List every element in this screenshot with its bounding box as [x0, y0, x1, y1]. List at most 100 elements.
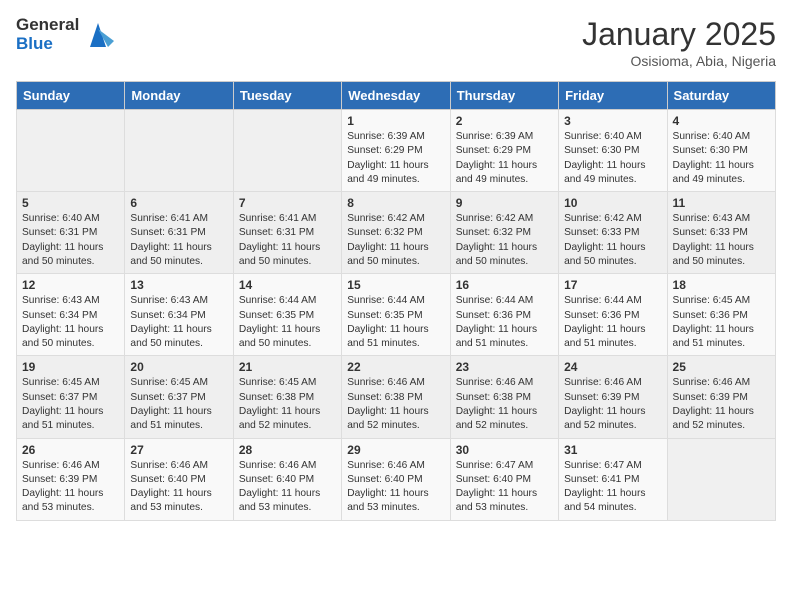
calendar-cell: 1 Sunrise: 6:39 AMSunset: 6:29 PMDaylight… — [342, 110, 450, 192]
header-day-wednesday: Wednesday — [342, 82, 450, 110]
day-number: 1 — [347, 114, 444, 128]
day-info: Sunrise: 6:41 AMSunset: 6:31 PMDaylight:… — [239, 212, 336, 269]
header-day-saturday: Saturday — [667, 82, 775, 110]
day-info: Sunrise: 6:44 AMSunset: 6:36 PMDaylight:… — [456, 294, 553, 351]
day-number: 12 — [22, 278, 119, 292]
day-info: Sunrise: 6:46 AMSunset: 6:38 PMDaylight:… — [456, 376, 553, 433]
day-number: 2 — [456, 114, 553, 128]
logo: General Blue — [16, 16, 114, 53]
calendar-cell: 29 Sunrise: 6:46 AMSunset: 6:40 PMDayligh… — [342, 438, 450, 520]
calendar-cell: 5Sunrise: 6:40 AMSunset: 6:31 PMDaylight… — [17, 192, 125, 274]
day-info: Sunrise: 6:42 AMSunset: 6:32 PMDaylight:… — [456, 212, 553, 269]
calendar-cell: 18Sunrise: 6:45 AMSunset: 6:36 PMDayligh… — [667, 274, 775, 356]
calendar-cell: 6Sunrise: 6:41 AMSunset: 6:31 PMDaylight… — [125, 192, 233, 274]
day-number: 17 — [564, 278, 661, 292]
day-number: 6 — [130, 196, 227, 210]
calendar-cell: 28Sunrise: 6:46 AMSunset: 6:40 PMDayligh… — [233, 438, 341, 520]
day-info: Sunrise: 6:39 AMSunset: 6:29 PMDaylight:… — [347, 130, 444, 187]
day-number: 27 — [130, 443, 227, 457]
day-info: Sunrise: 6:43 AMSunset: 6:33 PMDaylight:… — [673, 212, 770, 269]
day-info: Sunrise: 6:46 AMSunset: 6:39 PMDaylight:… — [673, 376, 770, 433]
day-number: 23 — [456, 360, 553, 374]
day-info: Sunrise: 6:44 AMSunset: 6:35 PMDaylight:… — [347, 294, 444, 351]
calendar-cell: 15 Sunrise: 6:44 AMSunset: 6:35 PMDayligh… — [342, 274, 450, 356]
day-info: Sunrise: 6:44 AMSunset: 6:36 PMDaylight:… — [564, 294, 661, 351]
day-number: 20 — [130, 360, 227, 374]
day-info: Sunrise: 6:47 AMSunset: 6:41 PMDaylight:… — [564, 459, 661, 516]
calendar-cell — [667, 438, 775, 520]
day-info: Sunrise: 6:46 AMSunset: 6:39 PMDaylight:… — [22, 459, 119, 516]
calendar-cell: 3 Sunrise: 6:40 AMSunset: 6:30 PMDaylight… — [559, 110, 667, 192]
day-number: 8 — [347, 196, 444, 210]
calendar-cell — [233, 110, 341, 192]
day-number: 9 — [456, 196, 553, 210]
header-row: SundayMondayTuesdayWednesdayThursdayFrid… — [17, 82, 776, 110]
calendar-cell: 7 Sunrise: 6:41 AMSunset: 6:31 PMDaylight… — [233, 192, 341, 274]
day-number: 16 — [456, 278, 553, 292]
day-info: Sunrise: 6:46 AMSunset: 6:39 PMDaylight:… — [564, 376, 661, 433]
calendar-cell: 10 Sunrise: 6:42 AMSunset: 6:33 PMDayligh… — [559, 192, 667, 274]
day-info: Sunrise: 6:42 AMSunset: 6:32 PMDaylight:… — [347, 212, 444, 269]
calendar-cell: 17 Sunrise: 6:44 AMSunset: 6:36 PMDayligh… — [559, 274, 667, 356]
calendar-cell: 19Sunrise: 6:45 AMSunset: 6:37 PMDayligh… — [17, 356, 125, 438]
header-day-friday: Friday — [559, 82, 667, 110]
page-header: General Blue January 2025 Osisioma, Abia… — [16, 16, 776, 69]
calendar-cell: 13Sunrise: 6:43 AMSunset: 6:34 PMDayligh… — [125, 274, 233, 356]
calendar-cell: 2 Sunrise: 6:39 AMSunset: 6:29 PMDaylight… — [450, 110, 558, 192]
header-day-thursday: Thursday — [450, 82, 558, 110]
day-info: Sunrise: 6:45 AMSunset: 6:38 PMDaylight:… — [239, 376, 336, 433]
day-number: 25 — [673, 360, 770, 374]
day-number: 15 — [347, 278, 444, 292]
day-info: Sunrise: 6:39 AMSunset: 6:29 PMDaylight:… — [456, 130, 553, 187]
header-day-tuesday: Tuesday — [233, 82, 341, 110]
calendar-cell: 23 Sunrise: 6:46 AMSunset: 6:38 PMDayligh… — [450, 356, 558, 438]
week-row-5: 26 Sunrise: 6:46 AMSunset: 6:39 PMDayligh… — [17, 438, 776, 520]
calendar-cell: 11 Sunrise: 6:43 AMSunset: 6:33 PMDayligh… — [667, 192, 775, 274]
calendar-cell — [17, 110, 125, 192]
day-number: 31 — [564, 443, 661, 457]
location: Osisioma, Abia, Nigeria — [582, 53, 776, 69]
logo-general: General — [16, 16, 79, 35]
title-block: January 2025 Osisioma, Abia, Nigeria — [582, 16, 776, 69]
calendar-cell: 21 Sunrise: 6:45 AMSunset: 6:38 PMDayligh… — [233, 356, 341, 438]
logo-blue: Blue — [16, 35, 79, 54]
calendar-cell: 14 Sunrise: 6:44 AMSunset: 6:35 PMDayligh… — [233, 274, 341, 356]
calendar-cell: 12Sunrise: 6:43 AMSunset: 6:34 PMDayligh… — [17, 274, 125, 356]
calendar-cell: 30Sunrise: 6:47 AMSunset: 6:40 PMDayligh… — [450, 438, 558, 520]
day-info: Sunrise: 6:40 AMSunset: 6:30 PMDaylight:… — [673, 130, 770, 187]
calendar-table: SundayMondayTuesdayWednesdayThursdayFrid… — [16, 81, 776, 521]
calendar-cell: 16 Sunrise: 6:44 AMSunset: 6:36 PMDayligh… — [450, 274, 558, 356]
day-number: 28 — [239, 443, 336, 457]
calendar-cell: 4Sunrise: 6:40 AMSunset: 6:30 PMDaylight… — [667, 110, 775, 192]
calendar-cell: 20 Sunrise: 6:45 AMSunset: 6:37 PMDayligh… — [125, 356, 233, 438]
week-row-2: 5Sunrise: 6:40 AMSunset: 6:31 PMDaylight… — [17, 192, 776, 274]
calendar-body: 1 Sunrise: 6:39 AMSunset: 6:29 PMDaylight… — [17, 110, 776, 521]
day-number: 29 — [347, 443, 444, 457]
day-number: 22 — [347, 360, 444, 374]
calendar-cell: 31 Sunrise: 6:47 AMSunset: 6:41 PMDayligh… — [559, 438, 667, 520]
header-day-monday: Monday — [125, 82, 233, 110]
day-number: 14 — [239, 278, 336, 292]
day-number: 21 — [239, 360, 336, 374]
day-info: Sunrise: 6:45 AMSunset: 6:36 PMDaylight:… — [673, 294, 770, 351]
calendar-cell: 27 Sunrise: 6:46 AMSunset: 6:40 PMDayligh… — [125, 438, 233, 520]
day-info: Sunrise: 6:40 AMSunset: 6:30 PMDaylight:… — [564, 130, 661, 187]
day-number: 26 — [22, 443, 119, 457]
day-info: Sunrise: 6:46 AMSunset: 6:38 PMDaylight:… — [347, 376, 444, 433]
calendar-cell: 26 Sunrise: 6:46 AMSunset: 6:39 PMDayligh… — [17, 438, 125, 520]
calendar-cell: 22 Sunrise: 6:46 AMSunset: 6:38 PMDayligh… — [342, 356, 450, 438]
day-number: 3 — [564, 114, 661, 128]
day-number: 7 — [239, 196, 336, 210]
day-number: 11 — [673, 196, 770, 210]
day-info: Sunrise: 6:46 AMSunset: 6:40 PMDaylight:… — [130, 459, 227, 516]
day-info: Sunrise: 6:45 AMSunset: 6:37 PMDaylight:… — [130, 376, 227, 433]
week-row-3: 12Sunrise: 6:43 AMSunset: 6:34 PMDayligh… — [17, 274, 776, 356]
week-row-4: 19Sunrise: 6:45 AMSunset: 6:37 PMDayligh… — [17, 356, 776, 438]
day-number: 10 — [564, 196, 661, 210]
day-info: Sunrise: 6:42 AMSunset: 6:33 PMDaylight:… — [564, 212, 661, 269]
day-number: 5 — [22, 196, 119, 210]
day-info: Sunrise: 6:44 AMSunset: 6:35 PMDaylight:… — [239, 294, 336, 351]
calendar-cell: 9 Sunrise: 6:42 AMSunset: 6:32 PMDaylight… — [450, 192, 558, 274]
day-info: Sunrise: 6:46 AMSunset: 6:40 PMDaylight:… — [347, 459, 444, 516]
calendar-cell — [125, 110, 233, 192]
